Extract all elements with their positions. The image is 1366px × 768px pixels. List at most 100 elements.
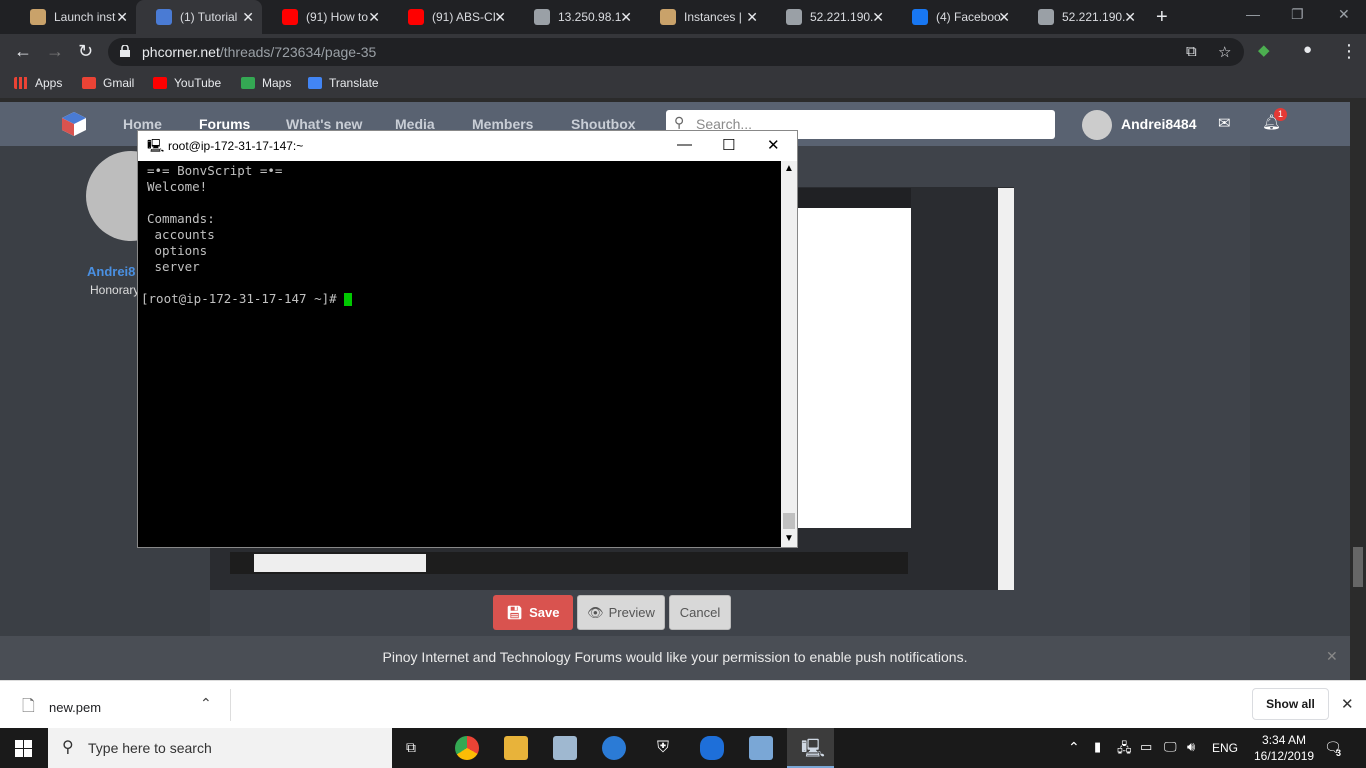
close-tab-icon[interactable]: ✕ [368, 9, 380, 26]
windows-start-icon[interactable] [15, 740, 32, 757]
clock-time: 3:34 AM [1262, 733, 1307, 747]
tab-title: (1) Tutorial [180, 10, 238, 24]
minimize-icon[interactable]: — [1246, 6, 1260, 22]
close-tab-icon[interactable]: ✕ [620, 9, 632, 26]
back-icon[interactable]: ← [14, 41, 32, 62]
cancel-label: Cancel [679, 605, 721, 620]
chevron-up-icon[interactable]: ⌃ [1068, 739, 1080, 756]
phcorner-icon [156, 9, 172, 25]
monitor-icon[interactable]: 🖵︎ [1164, 739, 1177, 755]
file-explorer-icon[interactable] [504, 736, 528, 760]
close-tab-icon[interactable]: ✕ [116, 9, 128, 26]
close-window-icon[interactable]: ✕ [1338, 6, 1350, 23]
omnibox[interactable]: phcorner.net/threads/723634/page-35 ⧉ ☆ [108, 38, 1244, 66]
page-scrollbar[interactable] [1350, 102, 1366, 680]
close-tab-icon[interactable]: ✕ [746, 9, 758, 26]
apps-grid-icon [14, 77, 28, 89]
reload-icon[interactable]: ↻ [78, 41, 93, 62]
bookmark-youtube[interactable]: YouTube [153, 76, 221, 90]
close-tab-icon[interactable]: ✕ [872, 9, 884, 26]
save-button[interactable]: 💾︎ Save [493, 595, 573, 630]
shield-icon[interactable]: ⛨ [651, 736, 675, 760]
maps-icon [241, 77, 255, 89]
restore-icon[interactable]: ❐ [1291, 6, 1304, 23]
username-link[interactable]: Andrei8484 [1121, 116, 1196, 132]
bookmark-translate[interactable]: Translate [308, 76, 379, 90]
close-downloads-icon[interactable]: ✕ [1341, 695, 1354, 713]
browser-tab[interactable]: 52.221.190. ✕ [766, 0, 892, 34]
bookmark-gmail[interactable]: Gmail [82, 76, 134, 90]
bookmark-star-icon[interactable]: ☆ [1218, 43, 1231, 61]
translate-icon [308, 77, 322, 89]
embedded-browser-window [796, 188, 911, 528]
scrollbar-thumb[interactable] [783, 513, 795, 529]
profile-icon[interactable]: ● [1303, 41, 1312, 58]
volume-icon[interactable]: 🔊︎ [1187, 739, 1195, 755]
scroll-up-icon[interactable]: ▲ [784, 163, 794, 174]
browser-tab[interactable]: 52.221.190. ✕ [1018, 0, 1144, 34]
avatar[interactable] [1082, 110, 1112, 140]
app-icon[interactable] [553, 736, 577, 760]
network-icon[interactable]: 🖧︎ [1117, 739, 1132, 761]
app-icon[interactable] [749, 736, 773, 760]
maximize-icon[interactable]: ☐ [722, 136, 735, 154]
download-item[interactable]: new.pem [49, 700, 101, 715]
browser-tab[interactable]: Launch inst ✕ [10, 0, 136, 34]
putty-taskbar-button[interactable]: 🖳︎ [787, 728, 834, 768]
file-icon: 🗋︎ [22, 698, 35, 715]
inbox-icon[interactable]: ✉ [1218, 114, 1231, 132]
close-icon[interactable]: ✕ [767, 136, 780, 154]
url-text[interactable]: phcorner.net/threads/723634/page-35 [142, 44, 376, 60]
language-indicator[interactable]: ENG [1212, 741, 1238, 755]
url-path: /threads/723634/page-35 [219, 44, 377, 60]
bookmark-maps[interactable]: Maps [241, 76, 291, 90]
close-tab-icon[interactable]: ✕ [242, 9, 254, 26]
close-banner-icon[interactable]: ✕ [1326, 648, 1338, 665]
youtube-icon [282, 9, 298, 25]
show-all-label: Show all [1266, 697, 1315, 711]
preview-button[interactable]: 👁︎ Preview [577, 595, 665, 630]
browser-tab[interactable]: 13.250.98.1 ✕ [514, 0, 640, 34]
browser-tab[interactable]: Instances | ✕ [640, 0, 766, 34]
close-tab-icon[interactable]: ✕ [494, 9, 506, 26]
close-tab-icon[interactable]: ✕ [998, 9, 1010, 26]
bookmark-apps[interactable]: Apps [14, 76, 62, 90]
task-view-icon[interactable]: ⧉ [406, 739, 416, 756]
tab-title: Launch inst [54, 10, 116, 24]
tab-title: 52.221.190. [1062, 10, 1126, 24]
browser-tab[interactable]: (4) Faceboo ✕ [892, 0, 1018, 34]
app-icon[interactable] [602, 736, 626, 760]
terminal-screen[interactable]: =•= BonvScript =•= Welcome! Commands: ac… [138, 161, 781, 547]
extension-icon[interactable]: ◆ [1258, 41, 1270, 59]
terminal-line: Welcome! [147, 179, 208, 194]
show-all-button[interactable]: Show all [1252, 688, 1329, 720]
minimize-icon[interactable]: — [677, 136, 692, 153]
globe-icon [534, 9, 550, 25]
push-notification-banner: Pinoy Internet and Technology Forums wou… [0, 636, 1350, 680]
battery-icon[interactable]: ▮ [1094, 739, 1101, 755]
browser-tab[interactable]: (1) Tutorial ✕ [136, 0, 262, 34]
bluetooth-icon[interactable] [700, 736, 724, 760]
terminal-scrollbar[interactable]: ▲ ▼ [781, 161, 797, 547]
new-tab-button[interactable]: + [1156, 6, 1168, 29]
putty-titlebar[interactable]: 🖳︎ root@ip-172-31-17-147:~ — ☐ ✕ [138, 131, 797, 161]
scroll-down-icon[interactable]: ▼ [784, 533, 794, 544]
forward-icon[interactable]: → [46, 41, 64, 62]
close-tab-icon[interactable]: ✕ [1124, 9, 1136, 26]
browser-tab[interactable]: (91) ABS-CI ✕ [388, 0, 514, 34]
open-in-app-icon[interactable]: ⧉ [1186, 43, 1197, 60]
search-icon: ⚲ [62, 739, 74, 756]
network-icon[interactable]: ▭ [1140, 739, 1152, 755]
embedded-scrollbar [998, 188, 1014, 590]
scrollbar-thumb[interactable] [1353, 547, 1363, 587]
cancel-button[interactable]: Cancel [669, 595, 731, 630]
site-logo-icon[interactable] [60, 110, 88, 138]
author-name[interactable]: Andrei8 [87, 264, 135, 279]
clock[interactable]: 3:34 AM 16/12/2019 [1254, 732, 1314, 764]
menu-icon[interactable]: ⋮ [1340, 41, 1358, 62]
browser-tab[interactable]: (91) How to ✕ [262, 0, 388, 34]
taskbar-search-box[interactable]: ⚲ Type here to search [48, 728, 392, 768]
chrome-icon[interactable] [455, 736, 479, 760]
tab-title: 52.221.190. [810, 10, 874, 24]
chevron-up-icon[interactable]: ⌃ [200, 695, 212, 712]
